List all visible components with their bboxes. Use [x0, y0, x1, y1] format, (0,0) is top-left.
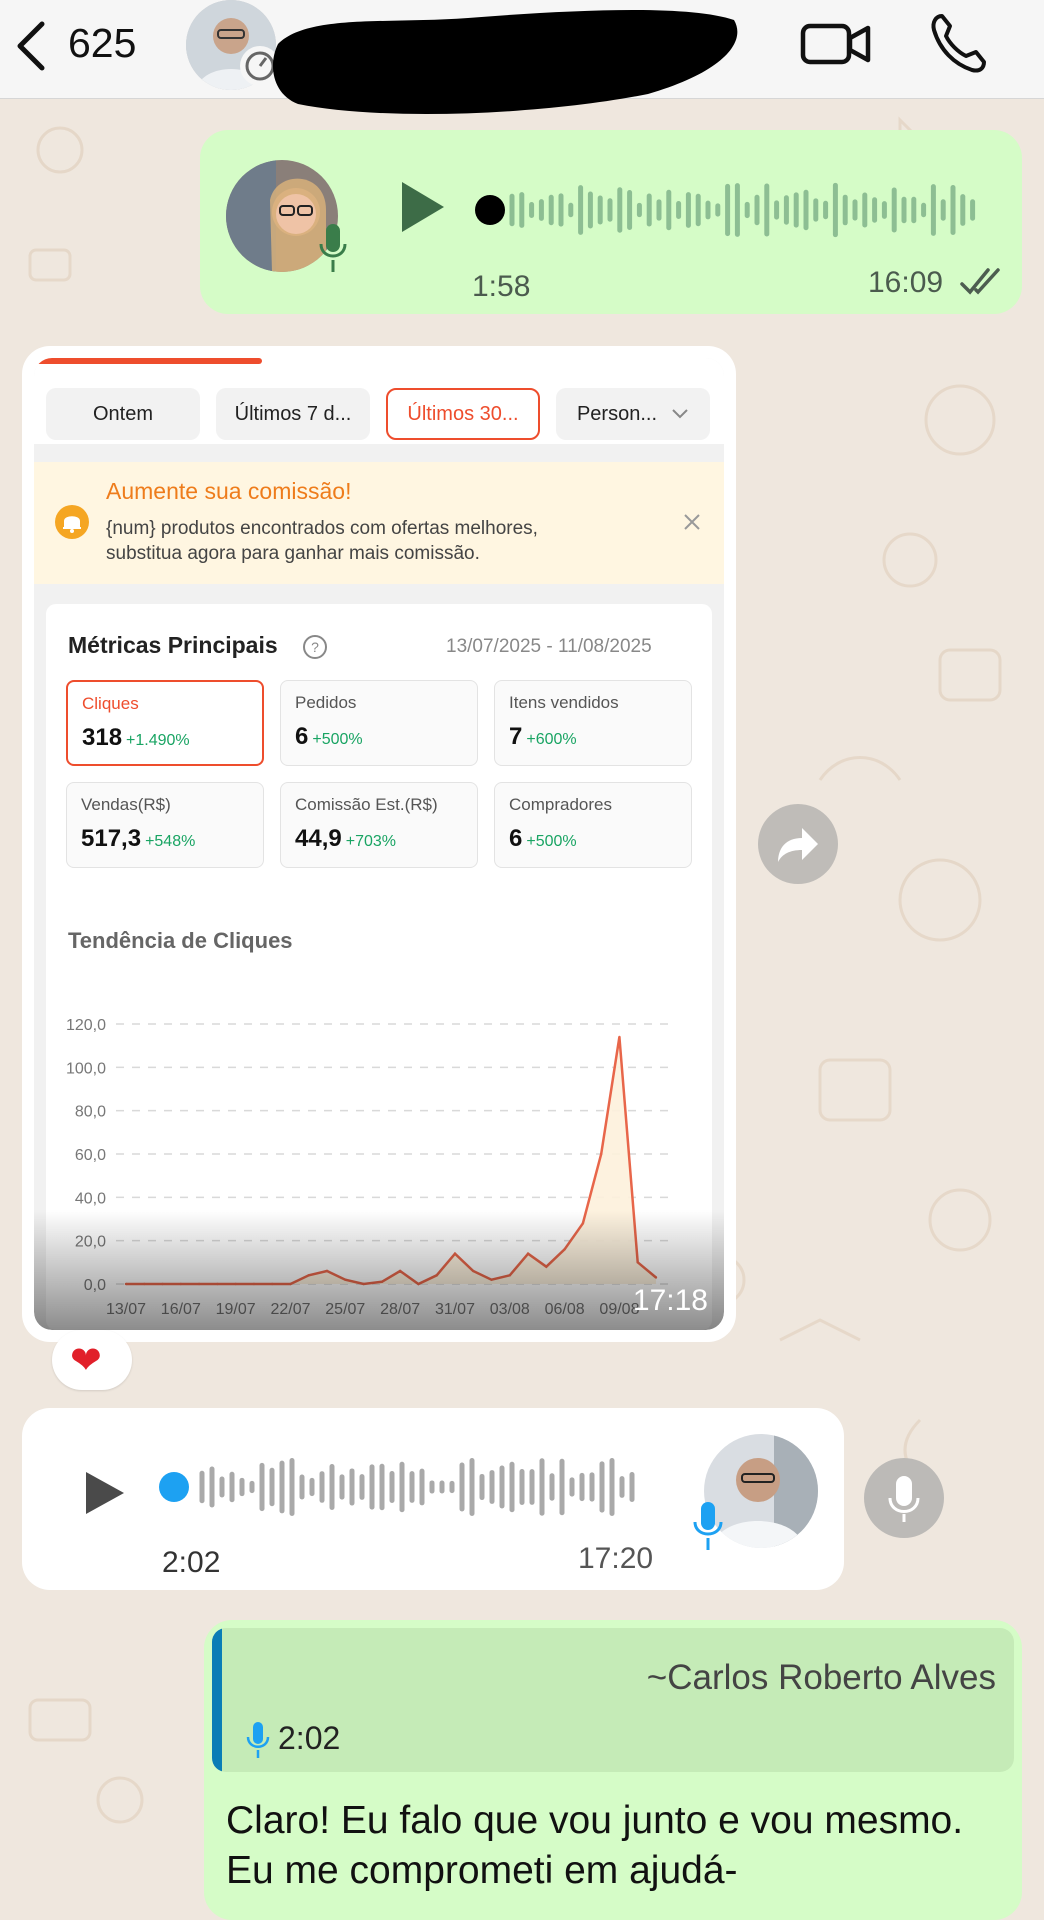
quote-bar — [212, 1628, 222, 1772]
unread-count[interactable]: 625 — [68, 20, 136, 67]
tab-label: Ontem — [92, 402, 154, 425]
date-range: 13/07/2025 - 11/08/2025 — [446, 636, 652, 657]
redacted-contact-name — [272, 9, 738, 115]
phone-icon[interactable] — [928, 12, 986, 74]
metric-comissao: Comissão Est.(R$) 44,9 +703% — [280, 782, 478, 868]
microphone-icon — [888, 1476, 920, 1522]
tab-label: Últimos 7 d... — [234, 402, 352, 425]
message-time: 16:09 — [868, 266, 944, 299]
metric-compradores: Compradores 6 +500% — [494, 782, 692, 868]
metric-change: +500% — [526, 833, 577, 850]
incoming-voice-message: 2:02 17:20 — [22, 1408, 844, 1590]
metric-label: Pedidos — [295, 693, 357, 712]
quoted-duration: 2:02 — [278, 1720, 341, 1756]
image-message[interactable]: Ontem Últimos 7 d... Últimos 30... Perso… — [22, 346, 736, 1342]
double-check-icon — [960, 268, 1000, 295]
metric-cliques: Cliques 318 +1.490% — [66, 680, 264, 766]
tab-label: Person... — [576, 402, 658, 425]
play-icon[interactable] — [82, 1470, 126, 1516]
heart-icon: ❤ — [70, 1340, 102, 1382]
microphone-icon — [246, 1722, 270, 1758]
metric-value: 44,9 — [295, 825, 342, 852]
metric-value: 318 — [82, 724, 123, 751]
metric-vendas: Vendas(R$) 517,3 +548% — [66, 782, 264, 868]
metric-change: +600% — [526, 731, 577, 748]
video-call-icon[interactable] — [800, 16, 872, 72]
play-icon[interactable] — [398, 180, 446, 234]
metric-itens-vendidos: Itens vendidos 7 +600% — [494, 680, 692, 766]
message-time: 17:18 — [632, 1284, 708, 1317]
bell-icon — [55, 505, 89, 539]
metric-change: +1.490% — [126, 732, 190, 749]
forward-button[interactable] — [758, 804, 838, 884]
tab-ultimos-7: Últimos 7 d... — [216, 388, 370, 440]
y-tick-label: 60,0 — [75, 1147, 106, 1164]
microphone-icon — [693, 1502, 723, 1550]
voice-duration: 2:02 — [162, 1546, 221, 1579]
chevron-left-icon[interactable] — [12, 18, 52, 74]
tab-personalizado: Person... — [556, 388, 710, 440]
metric-label: Cliques — [82, 694, 139, 713]
microphone-icon — [319, 224, 347, 272]
metric-value: 6 — [509, 825, 523, 852]
tab-ontem: Ontem — [46, 388, 200, 440]
outgoing-voice-message: 1:58 16:09 — [200, 130, 1022, 314]
commission-banner: Aumente sua comissão! {num} produtos enc… — [34, 462, 724, 584]
banner-title: Aumente sua comissão! — [106, 478, 352, 504]
message-text: Claro! Eu falo que vou junto e vou mesmo… — [226, 1799, 964, 1892]
chat-header: 625 — [0, 0, 1044, 115]
voice-waveform[interactable] — [158, 1444, 678, 1530]
banner-text: {num} produtos encontrados com ofertas m… — [106, 518, 538, 564]
metric-pedidos: Pedidos 6 +500% — [280, 680, 478, 766]
y-tick-label: 80,0 — [75, 1104, 106, 1121]
y-tick-label: 100,0 — [66, 1060, 106, 1077]
message-time: 17:20 — [578, 1542, 654, 1575]
metric-change: +703% — [345, 833, 396, 850]
dashboard-screenshot: Ontem Últimos 7 d... Últimos 30... Perso… — [34, 358, 724, 1330]
image-shade — [34, 1210, 724, 1330]
outgoing-reply-message: ~Carlos Roberto Alves 2:02 Claro! Eu fal… — [204, 1620, 1022, 1920]
y-tick-label: 120,0 — [66, 1017, 106, 1034]
help-icon: ? — [303, 635, 327, 659]
svg-text:?: ? — [311, 639, 319, 655]
close-icon — [684, 514, 700, 530]
chevron-down-icon — [672, 409, 688, 419]
voice-waveform[interactable] — [468, 170, 988, 250]
metric-value: 7 — [509, 723, 523, 750]
trend-title: Tendência de Cliques — [68, 928, 293, 953]
forward-icon — [778, 828, 818, 862]
data-point — [599, 1152, 603, 1156]
data-point — [618, 1035, 621, 1039]
metric-label: Compradores — [509, 795, 612, 814]
metric-value: 517,3 — [81, 825, 142, 852]
metric-value: 6 — [295, 723, 309, 750]
metrics-title: Métricas Principais — [68, 632, 278, 658]
metric-label: Vendas(R$) — [81, 795, 171, 814]
metric-change: +500% — [312, 731, 363, 748]
quoted-author: ~Carlos Roberto Alves — [646, 1658, 996, 1697]
period-tabs: Ontem Últimos 7 d... Últimos 30... Perso… — [34, 364, 724, 444]
metric-label: Comissão Est.(R$) — [295, 795, 438, 814]
tab-ultimos-30: Últimos 30... — [386, 388, 540, 440]
y-tick-label: 40,0 — [75, 1190, 106, 1207]
metric-change: +548% — [145, 833, 196, 850]
record-voice-button[interactable] — [864, 1458, 944, 1538]
reaction-badge[interactable]: ❤ — [52, 1330, 132, 1390]
quoted-message[interactable]: ~Carlos Roberto Alves 2:02 — [212, 1628, 1014, 1772]
voice-duration: 1:58 — [472, 270, 531, 303]
tab-label: Últimos 30... — [407, 402, 519, 425]
metric-label: Itens vendidos — [509, 693, 619, 712]
